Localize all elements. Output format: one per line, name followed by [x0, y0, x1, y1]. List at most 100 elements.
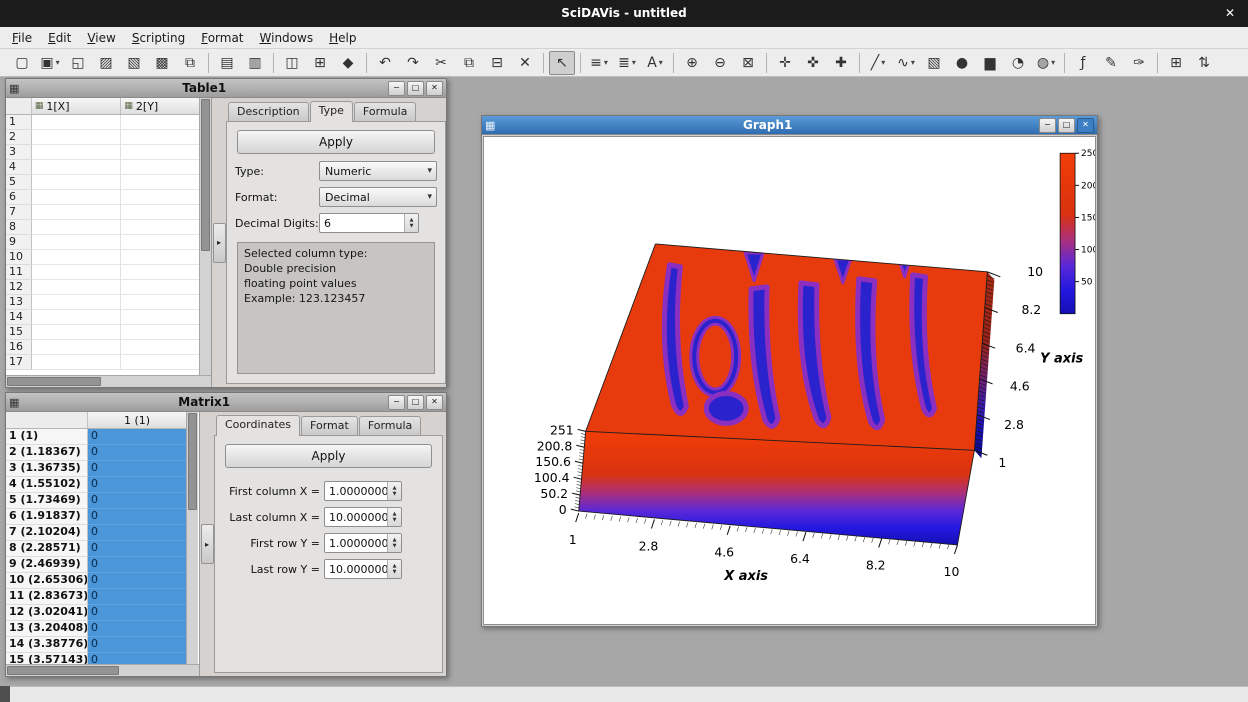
close-button[interactable]: ✕ [1077, 118, 1094, 133]
table-cell[interactable] [32, 310, 122, 325]
table-cell[interactable] [32, 160, 122, 175]
spin-arrows-icon[interactable] [387, 560, 401, 578]
splitter-expand-button[interactable]: ▸ [201, 524, 214, 564]
spin-arrows-icon[interactable] [404, 214, 418, 232]
add-image-icon[interactable]: ▧ [921, 51, 947, 75]
minimize-button[interactable]: − [388, 395, 405, 410]
scrollbar-thumb[interactable] [7, 666, 119, 675]
coordinate-spinbox[interactable]: 10.00000000 [324, 559, 402, 579]
row-number[interactable]: 7 [6, 205, 32, 220]
menu-view[interactable]: View [79, 27, 123, 49]
spin-arrows-icon[interactable] [387, 482, 401, 500]
matrix-row-header[interactable]: 2 (1.18367) [6, 445, 88, 461]
splitter-expand-button[interactable]: ▸ [213, 223, 226, 263]
add-function-icon[interactable]: ∿ [893, 51, 919, 75]
matrix-cell[interactable]: 0 [88, 605, 186, 621]
table1-horizontal-scrollbar[interactable] [6, 375, 211, 387]
resize-grip[interactable] [0, 686, 10, 702]
spin-arrows-icon[interactable] [387, 508, 401, 526]
table-cell[interactable] [121, 175, 199, 190]
coordinate-spinbox[interactable]: 1.000000000 [324, 481, 402, 501]
table1-vertical-scrollbar[interactable] [199, 98, 211, 375]
python-console-icon[interactable]: ✑ [1126, 51, 1152, 75]
plot-pie-icon[interactable]: ◔ [1005, 51, 1031, 75]
matrix-cell[interactable]: 0 [88, 621, 186, 637]
menu-file[interactable]: File [4, 27, 40, 49]
table-cell[interactable] [32, 235, 122, 250]
menu-windows[interactable]: Windows [252, 27, 322, 49]
plot-3d-icon[interactable]: ● [949, 51, 975, 75]
matrix-row-header[interactable]: 6 (1.91837) [6, 509, 88, 525]
table-cell[interactable] [121, 235, 199, 250]
close-button[interactable]: ✕ [426, 395, 443, 410]
zoom-out-icon[interactable]: ⊖ [707, 51, 733, 75]
curves-icon[interactable]: ≣ [614, 51, 640, 75]
select-range-icon[interactable]: ✚ [828, 51, 854, 75]
table-cell[interactable] [32, 280, 122, 295]
apply-button[interactable]: Apply [237, 130, 435, 154]
matrix-row-header[interactable]: 4 (1.55102) [6, 477, 88, 493]
maximize-button[interactable]: □ [407, 395, 424, 410]
matrix-row-header[interactable]: 3 (1.36735) [6, 461, 88, 477]
new-project-icon[interactable]: ▢ [9, 51, 35, 75]
matrix-cell[interactable]: 0 [88, 573, 186, 589]
matrix1-titlebar[interactable]: ▦ Matrix1 − □ ✕ [6, 393, 446, 412]
table-cell[interactable] [121, 145, 199, 160]
duplicate-window-icon[interactable]: ⧉ [177, 51, 203, 75]
matrix-row-header[interactable]: 13 (3.20408) [6, 621, 88, 637]
row-number[interactable]: 17 [6, 355, 32, 370]
row-number[interactable]: 11 [6, 265, 32, 280]
maximize-button[interactable]: □ [1058, 118, 1075, 133]
table-cell[interactable] [121, 265, 199, 280]
pointer-icon[interactable]: ↖ [549, 51, 575, 75]
table-cell[interactable] [32, 190, 122, 205]
matrix-row-header[interactable]: 5 (1.73469) [6, 493, 88, 509]
table-cell[interactable] [121, 130, 199, 145]
table-cell[interactable] [121, 190, 199, 205]
screen-reader-icon[interactable]: ✛ [772, 51, 798, 75]
menu-help[interactable]: Help [321, 27, 364, 49]
row-number[interactable]: 4 [6, 160, 32, 175]
open-template-icon[interactable]: ▨ [93, 51, 119, 75]
matrix-row-header[interactable]: 7 (2.10204) [6, 525, 88, 541]
row-number[interactable]: 8 [6, 220, 32, 235]
table-cell[interactable] [32, 295, 122, 310]
paste-icon[interactable]: ⊟ [484, 51, 510, 75]
tab-formula[interactable]: Formula [354, 102, 416, 121]
tab-format[interactable]: Format [301, 416, 358, 435]
plot-bars-icon[interactable]: ▆ [977, 51, 1003, 75]
row-number[interactable]: 14 [6, 310, 32, 325]
graph1-titlebar[interactable]: ▦ Graph1 − □ ✕ [482, 116, 1097, 135]
fit-wizard-icon[interactable]: ƒ [1070, 51, 1096, 75]
matrix-cell[interactable]: 0 [88, 557, 186, 573]
matrix-cell[interactable]: 0 [88, 461, 186, 477]
matrix-cell[interactable]: 0 [88, 429, 186, 445]
copy-icon[interactable]: ⧉ [456, 51, 482, 75]
rescale-icon[interactable]: ⊠ [735, 51, 761, 75]
apply-button[interactable]: Apply [225, 444, 432, 468]
matrix-row-header[interactable]: 9 (2.46939) [6, 557, 88, 573]
tab-coordinates[interactable]: Coordinates [216, 415, 300, 436]
table-cell[interactable] [32, 340, 122, 355]
row-options-icon[interactable]: ⇅ [1191, 51, 1217, 75]
matrix-cell[interactable]: 0 [88, 493, 186, 509]
coordinate-spinbox[interactable]: 10.00000000 [324, 507, 402, 527]
scrollbar-thumb[interactable] [188, 413, 197, 510]
matrix-cell[interactable]: 0 [88, 509, 186, 525]
save-project-icon[interactable]: ▩ [149, 51, 175, 75]
tab-formula[interactable]: Formula [359, 416, 421, 435]
menu-scripting[interactable]: Scripting [124, 27, 193, 49]
save-template-icon[interactable]: ▧ [121, 51, 147, 75]
table-cell[interactable] [121, 160, 199, 175]
table-cell[interactable] [32, 355, 122, 370]
print-icon[interactable]: ▤ [214, 51, 240, 75]
project-explorer-icon[interactable]: ◫ [279, 51, 305, 75]
data-reader-icon[interactable]: ✜ [800, 51, 826, 75]
redo-icon[interactable]: ↷ [400, 51, 426, 75]
table-cell[interactable] [121, 280, 199, 295]
table-cell[interactable] [121, 355, 199, 370]
table-cell[interactable] [121, 250, 199, 265]
table1-corner-cell[interactable] [6, 98, 32, 114]
decimal-digits-spinbox[interactable]: 6 [319, 213, 419, 233]
table-cell[interactable] [121, 115, 199, 130]
